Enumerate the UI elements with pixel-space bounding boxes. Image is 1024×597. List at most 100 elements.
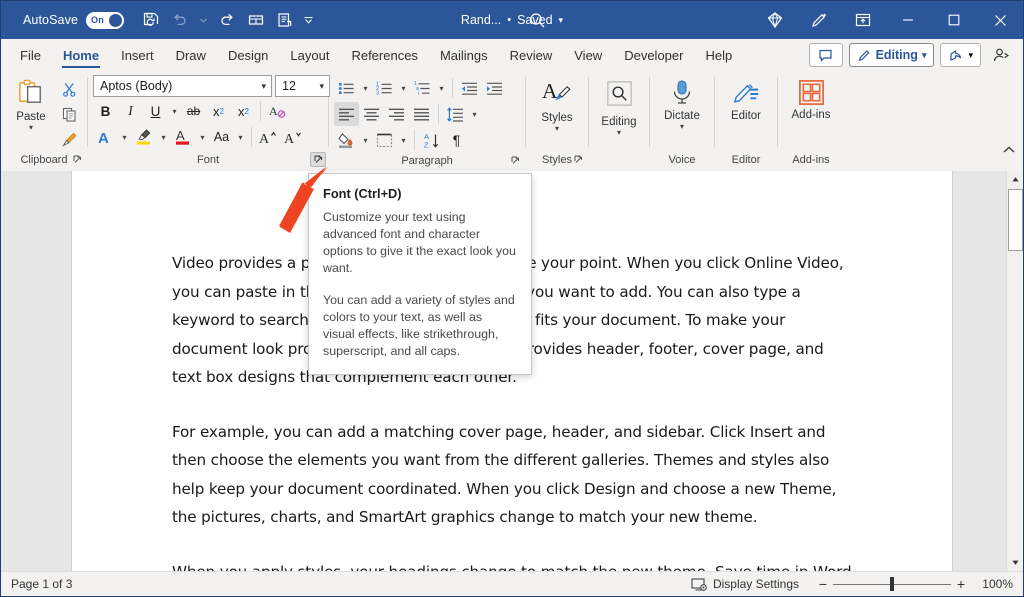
italic-button[interactable]: I: [118, 99, 143, 123]
editing-mode-button[interactable]: Editing ▾: [849, 43, 935, 67]
zoom-level-value[interactable]: 100%: [971, 577, 1013, 591]
strikethrough-button[interactable]: ab: [181, 99, 206, 123]
align-right-button[interactable]: [384, 102, 409, 126]
line-spacing-button[interactable]: [443, 102, 468, 126]
change-case-button[interactable]: Aa: [209, 125, 234, 149]
document-paragraph-3[interactable]: When you apply styles, your headings cha…: [172, 558, 852, 572]
font-name-chevron-down-icon[interactable]: ▾: [259, 81, 268, 92]
tab-developer[interactable]: Developer: [613, 39, 694, 71]
copy-button[interactable]: [56, 102, 82, 126]
font-color-button[interactable]: A: [170, 125, 196, 149]
display-settings-button[interactable]: Display Settings: [691, 577, 799, 592]
borders-chevron-down-icon[interactable]: ▾: [397, 128, 410, 152]
scroll-down-button[interactable]: [1007, 554, 1024, 571]
paste-button[interactable]: Paste ▾: [6, 75, 56, 132]
tab-view[interactable]: View: [563, 39, 613, 71]
editing-button[interactable]: Editing ▾: [594, 75, 644, 137]
styles-chevron-down-icon[interactable]: ▾: [555, 125, 559, 133]
bold-button[interactable]: B: [93, 99, 118, 123]
numbering-button[interactable]: 123: [372, 76, 397, 100]
qat-more-icon[interactable]: [301, 7, 316, 33]
decrease-indent-button[interactable]: [457, 76, 482, 100]
font-color-chevron-down-icon[interactable]: ▾: [196, 125, 209, 149]
shrink-font-button[interactable]: A: [281, 125, 306, 149]
sort-button[interactable]: AZ: [419, 128, 444, 152]
table-icon[interactable]: [243, 7, 269, 33]
comments-button[interactable]: [809, 43, 843, 67]
text-highlight-button[interactable]: [131, 125, 157, 149]
increase-indent-button[interactable]: [482, 76, 507, 100]
catch-up-icon[interactable]: [987, 42, 1015, 68]
multilevel-list-button[interactable]: 1ai: [410, 76, 435, 100]
diamond-icon[interactable]: [753, 1, 797, 39]
autosave-toggle[interactable]: On: [86, 12, 124, 29]
tab-layout[interactable]: Layout: [279, 39, 340, 71]
bullets-chevron-down-icon[interactable]: ▾: [359, 76, 372, 100]
format-painter-button[interactable]: [56, 127, 82, 151]
zoom-slider[interactable]: [833, 577, 951, 591]
document-paragraph-2[interactable]: For example, you can add a matching cove…: [172, 418, 852, 532]
saved-status[interactable]: Saved: [517, 13, 552, 27]
undo-icon[interactable]: [167, 7, 193, 33]
zoom-in-button[interactable]: +: [951, 576, 971, 592]
title-chevron-down-icon[interactable]: ▾: [559, 15, 564, 26]
page-indicator[interactable]: Page 1 of 3: [11, 577, 72, 591]
shading-chevron-down-icon[interactable]: ▾: [359, 128, 372, 152]
cut-button[interactable]: [56, 77, 82, 101]
text-effects-chevron-down-icon[interactable]: ▾: [118, 125, 131, 149]
change-case-chevron-down-icon[interactable]: ▾: [234, 125, 247, 149]
font-dialog-launcher[interactable]: [310, 152, 326, 167]
show-formatting-marks-button[interactable]: ¶: [444, 128, 469, 152]
numbering-chevron-down-icon[interactable]: ▾: [397, 76, 410, 100]
clipboard-dialog-launcher[interactable]: [69, 152, 85, 167]
paragraph-dialog-launcher[interactable]: [507, 153, 523, 168]
redo-icon[interactable]: [214, 7, 240, 33]
restore-down-ribbon-icon[interactable]: [841, 1, 885, 39]
subscript-button[interactable]: x2: [206, 99, 231, 123]
pen-sparkle-icon[interactable]: [797, 1, 841, 39]
grow-font-button[interactable]: A: [256, 125, 281, 149]
paste-chevron-down-icon[interactable]: ▾: [29, 124, 33, 132]
bullets-button[interactable]: [334, 76, 359, 100]
addins-button[interactable]: Add-ins: [784, 75, 838, 121]
maximize-button[interactable]: [931, 1, 977, 39]
share-button[interactable]: ▾: [940, 43, 981, 67]
text-effects-button[interactable]: A: [93, 125, 118, 149]
tab-home[interactable]: Home: [52, 39, 110, 71]
tab-references[interactable]: References: [340, 39, 428, 71]
zoom-slider-handle[interactable]: [890, 577, 894, 591]
editor-button[interactable]: Editor: [720, 75, 772, 122]
clipboard-doc-icon[interactable]: [272, 7, 298, 33]
align-left-button[interactable]: [334, 102, 359, 126]
tab-review[interactable]: Review: [499, 39, 564, 71]
share-chevron-down-icon[interactable]: ▾: [968, 50, 973, 61]
tab-file[interactable]: File: [9, 39, 52, 71]
styles-button[interactable]: A Styles ▾: [531, 75, 583, 133]
editing-chevron-down-icon[interactable]: ▾: [922, 50, 927, 61]
autosave-control[interactable]: AutoSave On: [23, 12, 124, 29]
align-center-button[interactable]: [359, 102, 384, 126]
styles-dialog-launcher[interactable]: [570, 152, 586, 167]
superscript-button[interactable]: x2: [231, 99, 256, 123]
underline-button[interactable]: U: [143, 99, 168, 123]
multilevel-list-chevron-down-icon[interactable]: ▾: [435, 76, 448, 100]
minimize-button[interactable]: [885, 1, 931, 39]
close-button[interactable]: [977, 1, 1023, 39]
dictate-button[interactable]: Dictate ▾: [655, 75, 709, 131]
font-name-combobox[interactable]: Aptos (Body) ▾: [93, 75, 272, 97]
undo-dropdown-icon[interactable]: [196, 7, 211, 33]
scrollbar-thumb[interactable]: [1008, 189, 1023, 251]
scroll-up-button[interactable]: [1007, 171, 1024, 188]
font-size-combobox[interactable]: 12 ▾: [275, 75, 330, 97]
line-spacing-chevron-down-icon[interactable]: ▾: [468, 102, 481, 126]
vertical-scrollbar[interactable]: [1006, 171, 1023, 571]
font-size-chevron-down-icon[interactable]: ▾: [317, 81, 326, 92]
zoom-out-button[interactable]: −: [813, 576, 833, 592]
tab-insert[interactable]: Insert: [110, 39, 165, 71]
shading-button[interactable]: [334, 128, 359, 152]
justify-button[interactable]: [409, 102, 434, 126]
tab-design[interactable]: Design: [217, 39, 279, 71]
tab-mailings[interactable]: Mailings: [429, 39, 499, 71]
document-name[interactable]: Rand...: [461, 13, 501, 27]
text-highlight-chevron-down-icon[interactable]: ▾: [157, 125, 170, 149]
